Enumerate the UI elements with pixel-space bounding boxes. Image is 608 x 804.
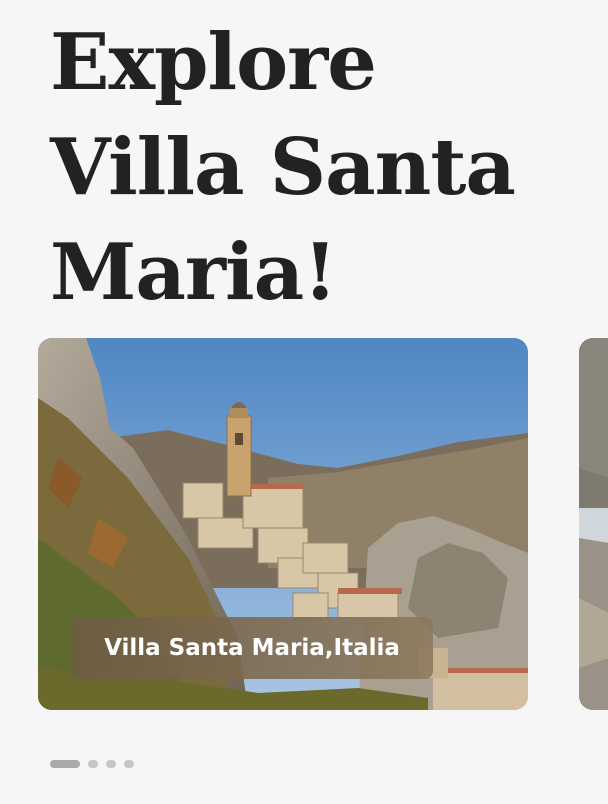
page-title-line-3: Maria! bbox=[50, 227, 337, 318]
pagination-dot-4[interactable] bbox=[124, 760, 134, 768]
pagination-dot-1[interactable] bbox=[50, 760, 80, 768]
page-title-line-1: Explore bbox=[50, 17, 377, 108]
next-destination-card[interactable] bbox=[579, 338, 608, 710]
destination-card[interactable]: Villa Santa Maria,Italia bbox=[38, 338, 528, 710]
destination-caption: Villa Santa Maria,Italia bbox=[71, 617, 433, 679]
page-title-line-2: Villa Santa bbox=[50, 122, 516, 213]
pagination-dot-2[interactable] bbox=[88, 760, 98, 768]
pagination-dot-3[interactable] bbox=[106, 760, 116, 768]
page-title: Explore Villa Santa Maria! bbox=[50, 10, 570, 325]
carousel-pagination bbox=[50, 760, 134, 768]
next-destination-photo bbox=[579, 338, 608, 710]
destination-carousel[interactable]: Villa Santa Maria,Italia bbox=[0, 338, 608, 710]
destination-caption-text: Villa Santa Maria,Italia bbox=[104, 635, 400, 661]
